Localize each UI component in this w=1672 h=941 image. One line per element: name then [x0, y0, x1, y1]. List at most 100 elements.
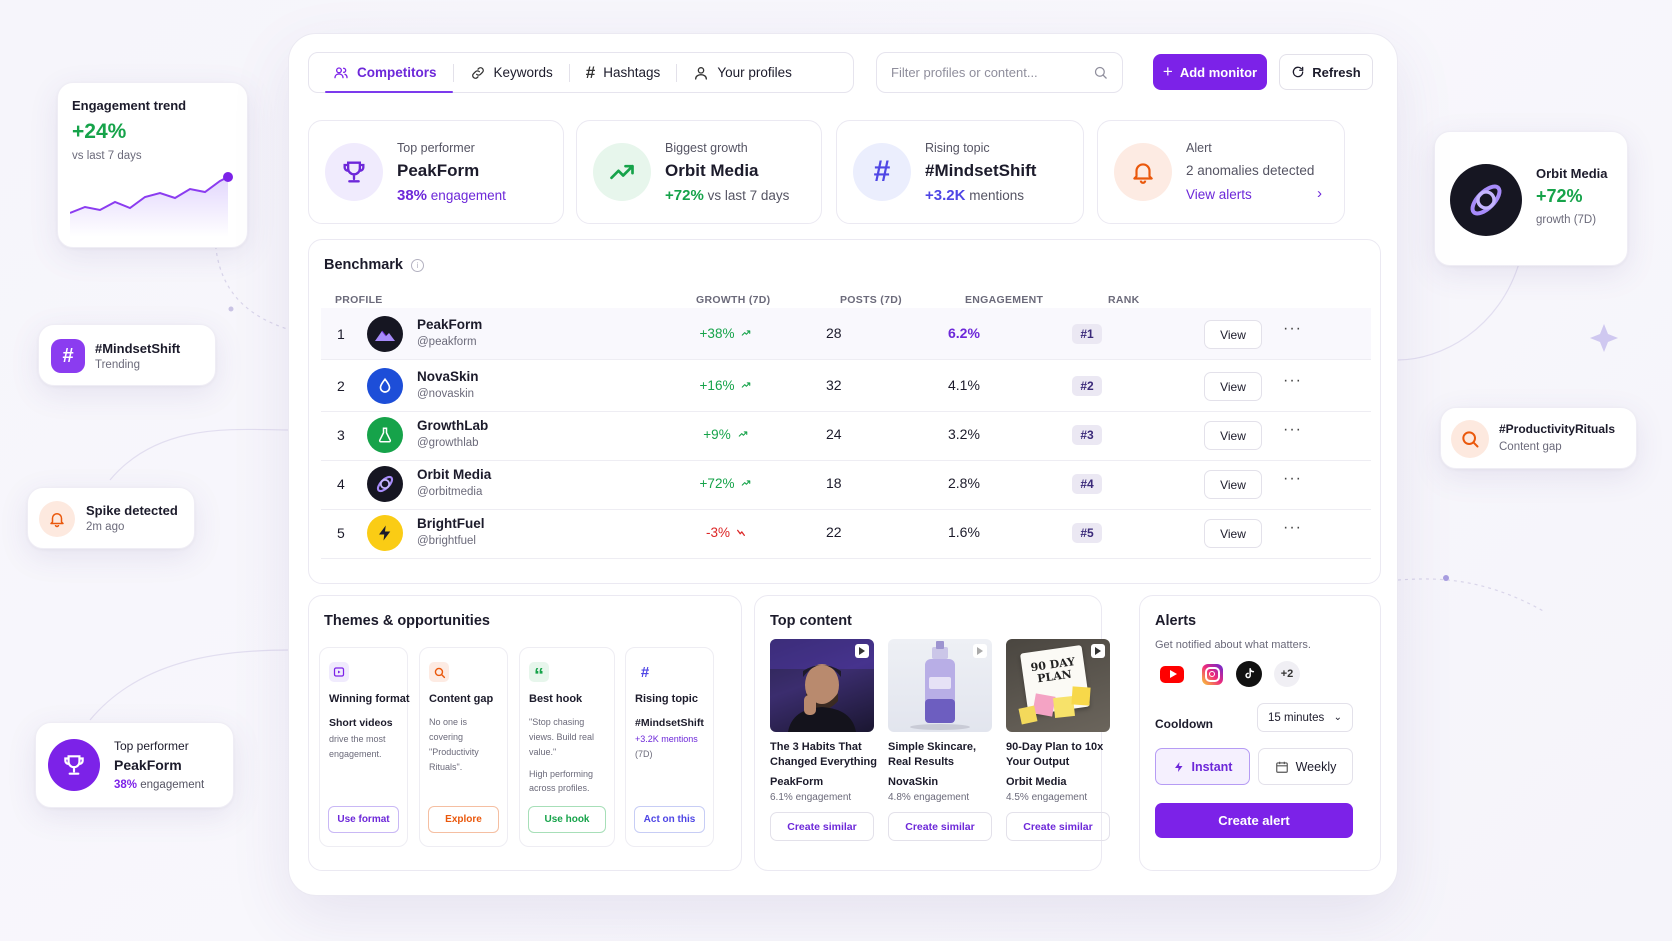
instagram-icon[interactable] [1199, 661, 1225, 687]
rank-badge: #3 [1072, 425, 1102, 445]
alerts-sub: Get notified about what matters. [1155, 639, 1311, 651]
table-row[interactable]: 2 NovaSkin @novaskin +16% 32 4.1% #2 Vie… [321, 360, 1371, 412]
profile-handle: @peakform [417, 336, 477, 348]
more-options-icon[interactable]: ··· [1283, 421, 1302, 439]
tab-competitors[interactable]: Competitors [317, 53, 453, 93]
use-hook-button[interactable]: Use hook [528, 806, 606, 833]
add-monitor-label: Add monitor [1179, 64, 1258, 80]
refresh-label: Refresh [1312, 64, 1361, 80]
cooldown-select[interactable]: 15 minutes ⌄ [1257, 703, 1353, 732]
benchmark-title-text: Benchmark [324, 257, 403, 273]
more-options-icon[interactable]: ··· [1283, 320, 1302, 338]
spike-title: Spike detected [86, 503, 178, 518]
growth-cell: -3% [691, 525, 761, 540]
instant-toggle[interactable]: Instant [1155, 748, 1250, 785]
engagement-sparkline [70, 172, 233, 237]
view-button[interactable]: View [1204, 470, 1262, 499]
tab-hashtags[interactable]: # Hashtags [570, 53, 677, 92]
act-on-this-button[interactable]: Act on this [634, 806, 705, 833]
refresh-button[interactable]: Refresh [1279, 54, 1373, 90]
orbit-logo-icon [1450, 164, 1522, 236]
content-thumbnail[interactable]: 90 DAY PLAN [1006, 639, 1110, 732]
youtube-icon[interactable] [1159, 661, 1185, 687]
content-title: The 3 Habits That Changed Everything [770, 741, 877, 769]
add-monitor-button[interactable]: + Add monitor [1153, 54, 1267, 90]
profile-name[interactable]: PeakForm [417, 317, 482, 332]
benchmark-title: Benchmark i [324, 257, 424, 273]
tab-keywords[interactable]: Keywords [454, 53, 569, 92]
theme-card-rising-topic: # Rising topic #MindsetShift +3.2K mentio… [625, 647, 714, 847]
more-options-icon[interactable]: ··· [1283, 372, 1302, 390]
theme-strong: Short videos [329, 717, 393, 729]
plus-icon: + [1162, 62, 1173, 81]
view-button[interactable]: View [1204, 421, 1262, 450]
use-format-button[interactable]: Use format [328, 806, 399, 833]
growth-value: +38% [699, 326, 735, 341]
create-similar-button[interactable]: Create similar [770, 812, 874, 841]
rank-badge: #1 [1072, 324, 1102, 344]
rank-badge: #4 [1072, 474, 1102, 494]
trending-up-icon [593, 143, 651, 201]
theme-text-secondary: High performing across profiles. [529, 768, 594, 794]
engagement-value: 1.6% [948, 524, 980, 540]
theme-title: Winning format [329, 693, 410, 705]
engagement-value: 6.2% [948, 325, 980, 341]
posts-value: 18 [826, 475, 842, 491]
create-alert-button[interactable]: Create alert [1155, 803, 1353, 838]
stat-detail: +72% vs last 7 days [665, 187, 789, 204]
content-brand: PeakForm [770, 776, 824, 788]
table-row[interactable]: 1 PeakForm @peakform +38% 28 6.2% #1 Vie… [321, 308, 1371, 360]
search-icon[interactable] [1093, 65, 1108, 80]
explore-button[interactable]: Explore [428, 806, 499, 833]
content-thumbnail[interactable] [888, 639, 992, 732]
hash-icon: # [640, 663, 650, 681]
profile-name[interactable]: GrowthLab [417, 418, 488, 433]
create-similar-button[interactable]: Create similar [1006, 812, 1110, 841]
col-rank[interactable]: RANK [1108, 294, 1140, 306]
weekly-toggle[interactable]: Weekly [1258, 748, 1353, 785]
top-performer-label: Top performer [114, 739, 189, 753]
notebook-text: 90 DAY PLAN [1029, 655, 1076, 686]
stat-highlight: +72% [665, 187, 704, 204]
view-button[interactable]: View [1204, 519, 1262, 548]
sticky-note-image [1018, 705, 1038, 725]
row-index: 3 [337, 427, 345, 443]
profile-name[interactable]: Orbit Media [417, 467, 491, 482]
col-profile[interactable]: PROFILE [335, 294, 383, 306]
col-posts[interactable]: POSTS (7D) [840, 294, 902, 306]
col-growth[interactable]: GROWTH (7D) [696, 294, 770, 306]
theme-text: (7D) [635, 749, 653, 760]
col-engagement[interactable]: ENGAGEMENT [965, 294, 1043, 306]
table-row[interactable]: 4 Orbit Media @orbitmedia +72% 18 2.8% #… [321, 458, 1371, 510]
more-platforms-badge[interactable]: +2 [1274, 661, 1300, 687]
create-similar-button[interactable]: Create similar [888, 812, 992, 841]
profile-handle: @growthlab [417, 437, 479, 449]
view-button[interactable]: View [1204, 320, 1262, 349]
more-options-icon[interactable]: ··· [1283, 470, 1302, 488]
top-performer-name: PeakForm [114, 757, 182, 773]
info-icon[interactable]: i [410, 258, 424, 272]
table-row[interactable]: 3 GrowthLab @growthlab +9% 24 3.2% #3 Vi… [321, 409, 1371, 461]
content-engagement: 6.1% engagement [770, 792, 852, 803]
stat-highlight: 38% [397, 187, 428, 204]
table-row[interactable]: 5 BrightFuel @brightfuel -3% 22 1.6% #5 … [321, 507, 1371, 559]
view-alerts-link[interactable]: View alerts [1186, 187, 1252, 202]
stat-label: Top performer [397, 141, 475, 155]
filter-input[interactable] [891, 65, 1081, 80]
instant-label: Instant [1191, 759, 1233, 774]
tab-your-profiles[interactable]: Your profiles [677, 53, 808, 92]
profile-name[interactable]: BrightFuel [417, 516, 485, 531]
content-thumbnail[interactable] [770, 639, 874, 732]
view-button[interactable]: View [1204, 372, 1262, 401]
stat-detail: +3.2K mentions [925, 187, 1024, 204]
stat-top-performer: Top performer PeakForm 38% engagement [308, 120, 564, 224]
tiktok-icon[interactable] [1236, 661, 1262, 687]
tab-label: Your profiles [717, 65, 792, 80]
theme-body: "Stop chasing views. Build real value." H… [529, 715, 610, 796]
more-options-icon[interactable]: ··· [1283, 519, 1302, 537]
growth-value: +9% [703, 427, 731, 442]
row-index: 1 [337, 326, 345, 342]
profile-name[interactable]: NovaSkin [417, 369, 479, 384]
chevron-right-icon[interactable]: › [1317, 185, 1322, 202]
weekly-label: Weekly [1295, 759, 1337, 774]
